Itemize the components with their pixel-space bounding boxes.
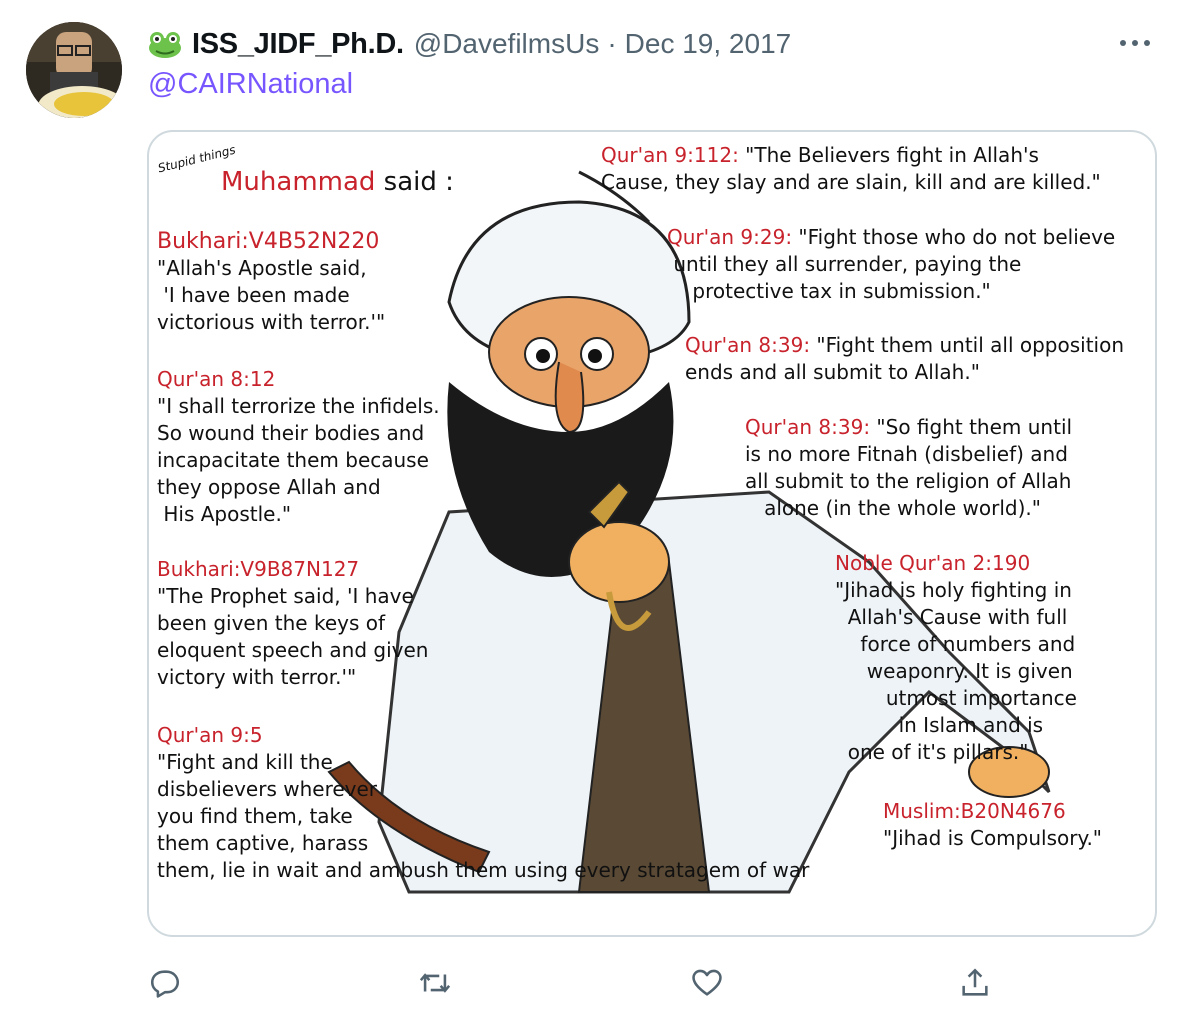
right-block-line: Cause, they slay and are slain, kill and… <box>601 170 1101 194</box>
left-block-1: Bukhari:V4B52N220 "Allah's Apostle said,… <box>157 228 385 336</box>
left-block-line: "Fight and kill the <box>157 750 333 774</box>
frog-face-icon <box>149 32 181 58</box>
left-block-3: Bukhari:V9B87N127 "The Prophet said, 'I … <box>157 556 428 691</box>
left-block-line: victory with terror.'" <box>157 665 357 689</box>
right-block-ref: Qur'an 8:39: <box>685 333 811 357</box>
right-block-line: "Fight them until all opposition <box>810 333 1125 357</box>
right-block-1: Qur'an 9:112: "The Believers fight in Al… <box>601 142 1101 196</box>
right-block-ref: Qur'an 8:39: <box>745 415 871 439</box>
right-block-line: is no more Fitnah (disbelief) and <box>745 442 1068 466</box>
retweet-button[interactable] <box>412 960 458 1006</box>
tweet-image[interactable]: Stupid things Muhammad said : Bukhari:V4… <box>147 130 1157 937</box>
right-block-line: in Islam and is <box>835 713 1044 737</box>
left-block-2: Qur'an 8:12 "I shall terrorize the infid… <box>157 366 440 528</box>
heart-icon <box>692 969 722 996</box>
right-block-line: "Jihad is holy fighting in <box>835 578 1072 602</box>
right-block-line: Allah's Cause with full <box>835 605 1068 629</box>
right-block-line: protective tax in submission." <box>667 279 991 303</box>
left-block-4: Qur'an 9:5 "Fight and kill the disbeliev… <box>157 722 809 884</box>
more-dots-icon <box>1120 40 1150 46</box>
right-block-5: Noble Qur'an 2:190 "Jihad is holy fighti… <box>835 550 1077 766</box>
reply-icon <box>150 970 180 998</box>
right-block-ref: Qur'an 9:29: <box>667 225 793 249</box>
left-block-ref: Bukhari:V9B87N127 <box>157 557 360 581</box>
left-block-line: incapacitate them because <box>157 448 429 472</box>
left-block-line: "The Prophet said, 'I have <box>157 584 414 608</box>
left-block-line: So wound their bodies and <box>157 421 425 445</box>
share-icon <box>962 968 988 996</box>
left-block-line: eloquent speech and given <box>157 638 429 662</box>
more-options-button[interactable] <box>1112 28 1158 58</box>
right-block-line: "The Believers fight in Allah's <box>738 143 1039 167</box>
avatar[interactable] <box>26 22 122 118</box>
left-block-line: them, lie in wait and ambush them using … <box>157 858 810 882</box>
right-block-6: Muslim:B20N4676 "Jihad is Compulsory." <box>883 798 1102 852</box>
heading-name: Muhammad <box>221 167 376 197</box>
left-block-ref: Qur'an 9:5 <box>157 723 263 747</box>
right-block-line: alone (in the whole world)." <box>745 496 1041 520</box>
left-block-line: them captive, harass <box>157 831 369 855</box>
share-button[interactable] <box>952 960 998 1006</box>
user-handle[interactable]: @DavefilmsUs <box>414 28 600 60</box>
reply-button[interactable] <box>142 960 188 1006</box>
heading-rest: said : <box>375 167 454 197</box>
avatar-photo <box>26 22 122 118</box>
right-block-line: "Jihad is Compulsory." <box>883 826 1103 850</box>
left-block-line: "Allah's Apostle said, <box>157 256 367 280</box>
reply-to-mention[interactable]: @CAIRNational <box>148 68 353 101</box>
image-heading: Muhammad said : <box>221 166 454 198</box>
tweet-date[interactable]: Dec 19, 2017 <box>625 28 792 60</box>
right-block-line: all submit to the religion of Allah <box>745 469 1072 493</box>
display-name[interactable]: ISS_JIDF_Ph.D. <box>192 28 404 61</box>
like-button[interactable] <box>684 960 730 1006</box>
tweet-actions <box>0 960 1184 1010</box>
right-block-line: "Fight those who do not believe <box>792 225 1116 249</box>
left-block-line: been given the keys of <box>157 611 386 635</box>
left-block-line: His Apostle." <box>157 502 292 526</box>
right-block-line: utmost importance <box>835 686 1077 710</box>
left-block-line: victorious with terror.'" <box>157 310 386 334</box>
retweet-icon <box>419 973 451 993</box>
right-block-line: weaponry. It is given <box>835 659 1073 683</box>
left-block-line: disbelievers wherever <box>157 777 378 801</box>
tweet-header: ISS_JIDF_Ph.D. @DavefilmsUs · Dec 19, 20… <box>148 24 791 64</box>
left-block-ref: Bukhari:V4B52N220 <box>157 229 380 254</box>
left-block-line: 'I have been made <box>157 283 350 307</box>
left-block-line: they oppose Allah and <box>157 475 381 499</box>
left-block-ref: Qur'an 8:12 <box>157 367 276 391</box>
right-block-line: one of it's pillars." <box>835 740 1029 764</box>
separator-dot: · <box>607 28 617 59</box>
right-block-ref: Muslim:B20N4676 <box>883 799 1066 823</box>
right-block-line: force of numbers and <box>835 632 1076 656</box>
right-block-line: "So fight them until <box>870 415 1073 439</box>
right-block-3: Qur'an 8:39: "Fight them until all oppos… <box>685 332 1124 386</box>
left-block-line: you find them, take <box>157 804 353 828</box>
right-block-4: Qur'an 8:39: "So fight them until is no … <box>745 414 1072 522</box>
left-block-line: "I shall terrorize the infidels. <box>157 394 440 418</box>
right-block-ref: Noble Qur'an 2:190 <box>835 551 1031 575</box>
right-block-line: until they all surrender, paying the <box>667 252 1022 276</box>
right-block-2: Qur'an 9:29: "Fight those who do not bel… <box>667 224 1115 305</box>
right-block-ref: Qur'an 9:112: <box>601 143 739 167</box>
right-block-line: ends and all submit to Allah." <box>685 360 980 384</box>
